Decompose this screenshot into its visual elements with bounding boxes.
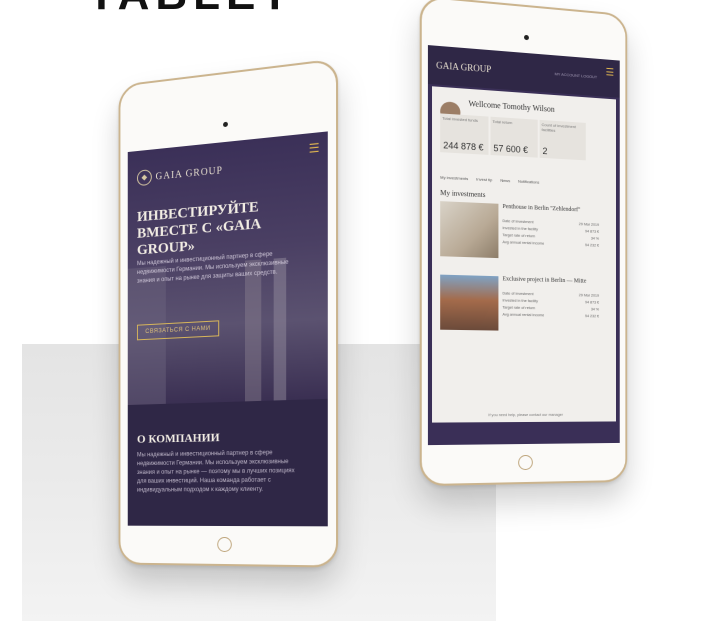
hero-section: ◆ GAIA GROUP ☰ ИНВЕСТИРУЙТЕ ВМЕСТЕ С «GA… [127, 131, 328, 406]
right-tablet: GAIA GROUP MY ACCOUNT LOGOUT ☰ Wellcome … [419, 0, 628, 487]
row-value: 54 232 € [585, 243, 600, 248]
camera [223, 121, 228, 128]
stat-label: Total invested funds [442, 115, 478, 123]
property-image [440, 201, 499, 259]
stat-label: Total return [492, 118, 513, 126]
account-nav[interactable]: MY ACCOUNT LOGOUT [555, 71, 598, 79]
tab-invest-tip[interactable]: Invest tip [476, 176, 492, 182]
left-tablet-screen: ◆ GAIA GROUP ☰ ИНВЕСТИРУЙТЕ ВМЕСТЕ С «GA… [127, 131, 328, 527]
about-title: О КОМПАНИИ [136, 430, 220, 446]
card-title: Penthouse in Berlin "Zehlendorf" [502, 203, 581, 214]
stat-card: Total return 57 600 € [490, 116, 538, 158]
camera [524, 34, 529, 41]
investment-card[interactable]: Penthouse in Berlin "Zehlendorf" Date of… [440, 201, 608, 271]
hamburger-menu-icon[interactable]: ☰ [309, 140, 320, 155]
card-title: Exclusive project in Berlin — Mitte [502, 276, 587, 285]
tab-my-investments[interactable]: My investments [440, 175, 468, 182]
page-headline: TABLET [88, 0, 294, 20]
help-footer: If you need help, please contact our man… [488, 412, 563, 418]
row-label: Avg annual rental income [502, 312, 545, 318]
stat-value: 2 [542, 145, 548, 157]
logo-text: GAIA GROUP [155, 164, 223, 183]
tab-notifications[interactable]: Notifications [518, 179, 539, 185]
section-title: My investments [440, 188, 486, 200]
card-details: Date of investment 29 Mar 2019 Invested i… [502, 290, 599, 320]
hamburger-menu-icon[interactable]: ☰ [606, 67, 614, 78]
welcome-text: Wellcome Tomothy Wilson [468, 99, 555, 114]
stat-label: Count of investment facilities [541, 122, 576, 133]
stat-card: Total invested funds 244 878 € [440, 113, 489, 155]
tab-bar: My investments Invest tip News Notificat… [440, 175, 539, 185]
logo[interactable]: ◆ GAIA GROUP [136, 162, 223, 187]
row-value: 54 232 € [585, 314, 600, 319]
investment-card[interactable]: Exclusive project in Berlin — Mitte Date… [440, 274, 608, 342]
stat-value: 244 878 € [443, 140, 484, 153]
home-button[interactable] [518, 454, 533, 471]
logo-icon: ◆ [136, 169, 152, 187]
left-tablet: ◆ GAIA GROUP ☰ ИНВЕСТИРУЙТЕ ВМЕСТЕ С «GA… [118, 58, 339, 568]
about-text: Мы надежный и инвестиционный партнер в с… [136, 450, 295, 494]
logo[interactable]: GAIA GROUP [436, 60, 491, 74]
right-tablet-screen: GAIA GROUP MY ACCOUNT LOGOUT ☰ Wellcome … [427, 45, 620, 446]
property-image [440, 274, 499, 331]
stat-value: 57 600 € [493, 143, 529, 156]
row-label: Avg annual rental income [502, 240, 545, 246]
home-button[interactable] [217, 536, 232, 553]
tab-news[interactable]: News [500, 178, 510, 184]
card-details: Date of investment 29 Mar 2019 Invested i… [502, 218, 599, 250]
stat-card: Count of investment facilities 2 [539, 119, 586, 161]
dashboard: Wellcome Tomothy Wilson Total invested f… [432, 86, 616, 423]
